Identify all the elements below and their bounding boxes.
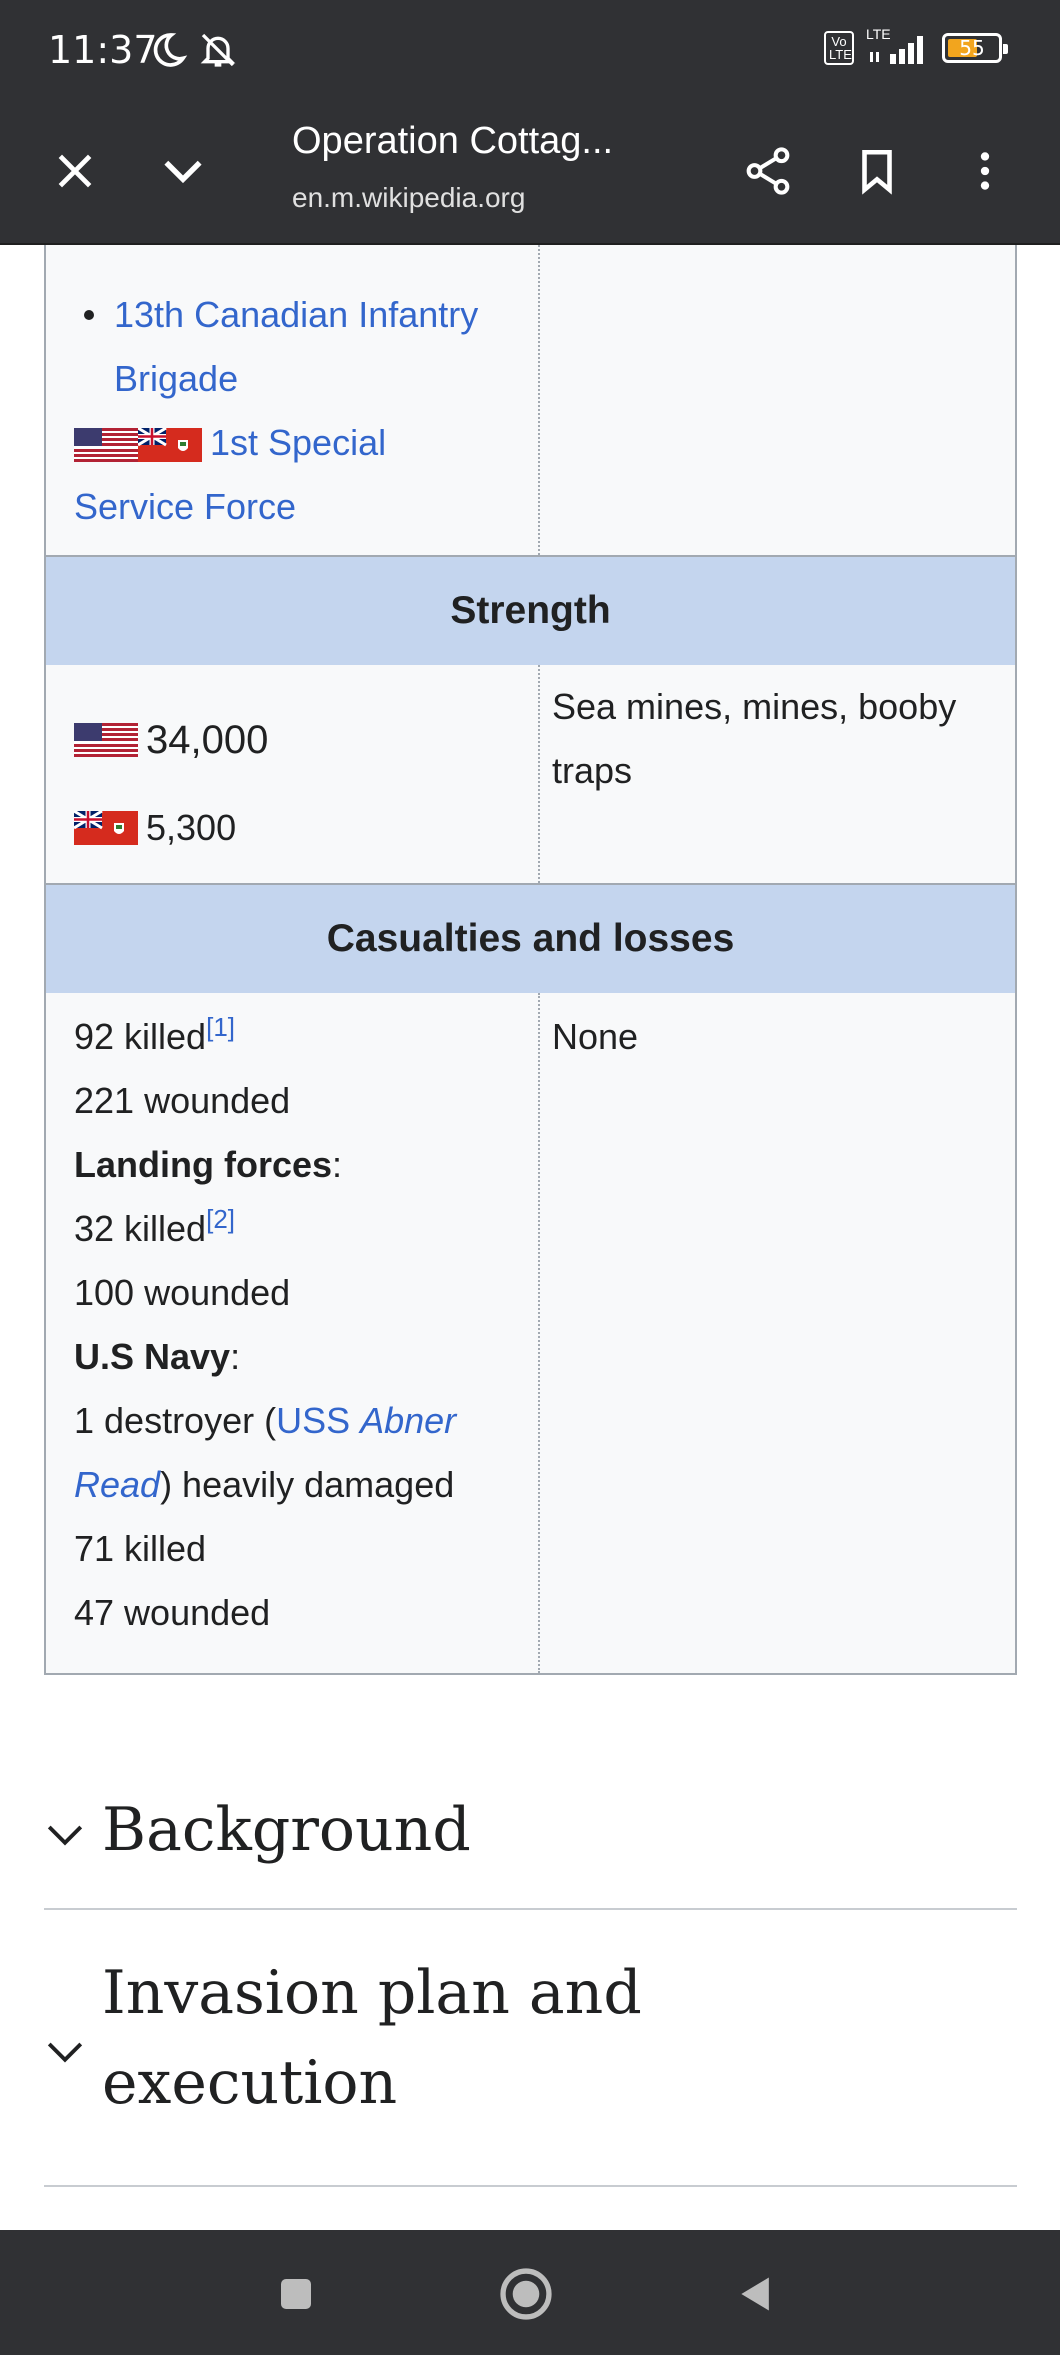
- canada-red-ensign-icon: [138, 428, 202, 463]
- chevron-down-icon: [164, 160, 202, 184]
- special-force-link-1[interactable]: 1st Special: [210, 422, 386, 463]
- infobox-units-row: 13th Canadian Infantry Brigade 1st Speci…: [46, 245, 1015, 555]
- page-url[interactable]: en.m.wikipedia.org: [292, 182, 525, 214]
- section-background[interactable]: Background: [44, 1755, 1017, 1910]
- page-title[interactable]: Operation Cottag...: [292, 120, 613, 163]
- bookmark-icon: [862, 149, 892, 195]
- recents-button[interactable]: [264, 2262, 328, 2326]
- landing-forces-label: Landing forces: [74, 1144, 333, 1185]
- japan-strength: Sea mines, mines, booby traps: [552, 686, 957, 791]
- lte-signal-icon: LTE: [866, 26, 930, 66]
- casualties-header: Casualties and losses: [46, 883, 1015, 993]
- special-force-link-2[interactable]: Service Force: [74, 486, 296, 527]
- strength-header: Strength: [46, 555, 1015, 665]
- browser-toolbar: Operation Cottag... en.m.wikipedia.org: [0, 100, 1060, 245]
- casualty-line: 92 killed: [74, 1016, 207, 1057]
- uss-abner-read-link[interactable]: USS Abner: [276, 1400, 456, 1441]
- back-button[interactable]: [724, 2262, 788, 2326]
- close-button[interactable]: [40, 136, 110, 206]
- brigade-link[interactable]: 13th Canadian Infantry Brigade: [114, 294, 478, 399]
- us-flag-icon: [74, 723, 138, 757]
- status-time: 11:37: [48, 28, 158, 72]
- casualty-line: 32 killed: [74, 1208, 207, 1249]
- bookmark-button[interactable]: [842, 136, 912, 206]
- casualty-line: 47 wounded: [74, 1592, 271, 1633]
- canada-strength: 5,300: [146, 807, 237, 848]
- chevron-down-icon: [47, 1825, 83, 1846]
- more-options-button[interactable]: [950, 136, 1020, 206]
- section-heading-line2: execution: [102, 2048, 398, 2118]
- section-invasion-plan[interactable]: Invasion plan and execution: [44, 1910, 1017, 2187]
- us-navy-label: U.S Navy: [74, 1336, 231, 1377]
- destroyer-text: ) heavily damaged: [160, 1464, 455, 1505]
- chevron-down-icon: [47, 2042, 83, 2063]
- close-icon: [58, 154, 92, 188]
- more-vert-icon: [980, 152, 990, 190]
- strength-row: 34,000 5,300 Sea mines, mines, booby tra…: [46, 665, 1015, 883]
- uss-abner-read-link-cont[interactable]: Read: [74, 1464, 160, 1505]
- article-content: 13th Canadian Infantry Brigade 1st Speci…: [0, 245, 1060, 2230]
- list-item: 13th Canadian Infantry Brigade: [74, 283, 522, 411]
- infobox: 13th Canadian Infantry Brigade 1st Speci…: [44, 245, 1017, 1675]
- home-button[interactable]: [494, 2262, 558, 2326]
- square-icon: [281, 2279, 311, 2309]
- casualty-line: 71 killed: [74, 1528, 207, 1569]
- status-bar: 11:37 Vo LTE LTE 55: [0, 0, 1060, 100]
- canada-red-ensign-icon: [74, 811, 138, 845]
- casualty-line: 221 wounded: [74, 1080, 291, 1121]
- us-strength: 34,000: [146, 717, 269, 762]
- casualty-line: 100 wounded: [74, 1272, 291, 1313]
- home-circle-icon: [500, 2268, 552, 2320]
- us-flag-icon: [74, 428, 138, 463]
- system-nav-bar: [0, 2230, 1060, 2355]
- share-icon: [746, 147, 790, 195]
- bell-off-icon: [200, 33, 236, 67]
- section-heading: Background: [102, 1795, 471, 1865]
- destroyer-text: 1 destroyer (: [74, 1400, 277, 1441]
- reference-2[interactable]: [2]: [206, 1204, 235, 1234]
- casualties-row: 92 killed[1] 221 wounded Landing forces:…: [46, 993, 1015, 1673]
- reference-1[interactable]: [1]: [206, 1012, 235, 1042]
- moon-icon: [153, 33, 188, 67]
- volte-icon: Vo LTE: [824, 31, 854, 65]
- share-button[interactable]: [733, 136, 803, 206]
- back-triangle-icon: [741, 2277, 769, 2311]
- japan-casualties: None: [552, 1016, 639, 1057]
- section-heading-line1: Invasion plan and: [102, 1958, 642, 2028]
- battery-icon: 55: [942, 33, 1008, 63]
- collapse-button[interactable]: [148, 136, 218, 206]
